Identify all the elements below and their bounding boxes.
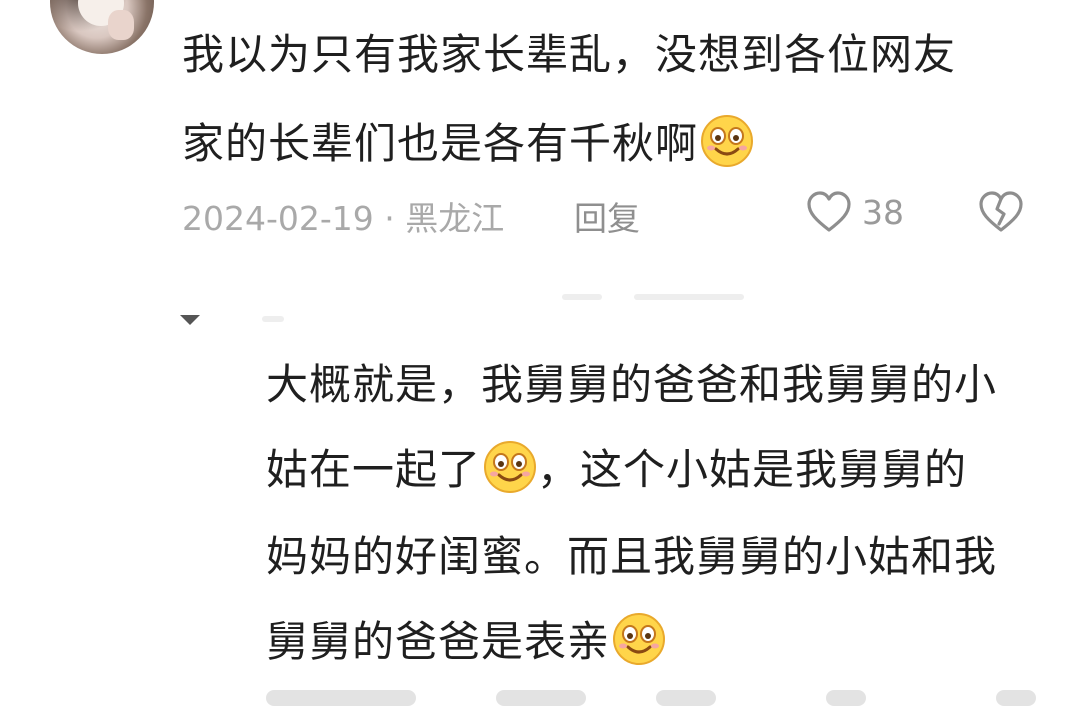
reply-text-line-2: 姑在一起了 ，这个小姑是我舅舅的 — [266, 425, 967, 514]
like-count: 38 — [862, 192, 904, 232]
comment-text-line-2: 家的长辈们也是各有千秋啊 — [182, 99, 754, 188]
smile-emoji-icon — [613, 613, 666, 665]
avatar-hand — [108, 10, 134, 40]
reply-meta-cutoff — [266, 688, 1046, 718]
reply-text-line-3: 妈妈的好闺蜜。而且我舅舅的小姑和我 — [266, 512, 997, 601]
like-button[interactable]: 38 — [806, 190, 904, 234]
reply-line-1: 大概就是，我舅舅的爸爸和我舅舅的小 — [266, 360, 998, 409]
dislike-button[interactable] — [978, 190, 1024, 242]
reply-text-line-4: 舅舅的爸爸是表亲 — [266, 597, 666, 686]
reply-header-faint — [262, 290, 762, 330]
broken-heart-icon — [979, 191, 1023, 232]
reply-text-line-1: 大概就是，我舅舅的爸爸和我舅舅的小 — [266, 340, 997, 429]
comment-meta: 2024-02-19 · 黑龙江 回复 38 — [182, 188, 1042, 240]
smile-emoji-icon — [701, 115, 754, 167]
comment-line-2: 家的长辈们也是各有千秋啊 — [182, 119, 699, 168]
reply-collapse-icon[interactable] — [180, 315, 200, 325]
heart-icon — [807, 191, 851, 232]
smile-emoji-icon — [484, 441, 537, 493]
reply-button[interactable]: 回复 — [574, 192, 640, 240]
reply-line-3: 妈妈的好闺蜜。而且我舅舅的小姑和我 — [266, 532, 998, 581]
reply-line-2a: 姑在一起了 — [266, 445, 482, 494]
comment-text-line-1: 我以为只有我家长辈乱，没想到各位网友 — [182, 10, 956, 99]
reply-line-2b: ，这个小姑是我舅舅的 — [537, 445, 968, 494]
comment-date-location: 2024-02-19 · 黑龙江 — [182, 199, 505, 238]
comment-line-1: 我以为只有我家长辈乱，没想到各位网友 — [182, 30, 957, 79]
user-avatar[interactable] — [50, 0, 154, 54]
reply-line-4: 舅舅的爸爸是表亲 — [266, 617, 611, 666]
